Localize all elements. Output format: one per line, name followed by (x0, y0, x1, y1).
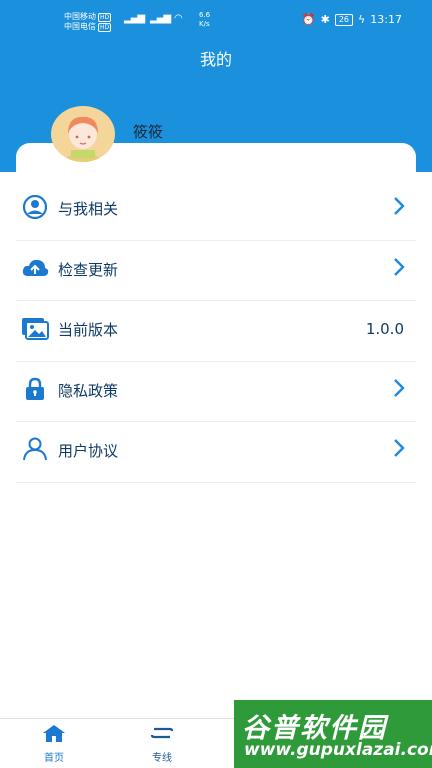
version-value: 1.0.0 (365, 320, 404, 338)
tab-label: 首页 (44, 753, 64, 764)
tab-route[interactable]: 专线 (132, 723, 192, 764)
charging-icon: ϟ (358, 13, 366, 26)
battery-icon: 26 (334, 13, 354, 26)
chevron-right-icon (394, 439, 405, 457)
tab-label: 专线 (152, 753, 172, 764)
menu-item-label: 用户协议 (58, 442, 119, 460)
chevron-right-icon (394, 378, 405, 397)
user-circle-icon (22, 195, 48, 219)
username: 筱筱 (133, 123, 164, 141)
carrier-2: 中国电信 (64, 22, 96, 31)
menu-item-version: 当前版本 1.0.0 (16, 301, 416, 362)
watermark: 谷普软件园 www.gupuxlazai.com (234, 700, 432, 768)
route-icon (150, 727, 174, 739)
watermark-url: www.gupuxlazai.com (244, 740, 432, 760)
menu-item-user-agreement[interactable]: 用户协议 (16, 422, 416, 483)
home-icon (43, 725, 65, 742)
menu-item-label: 隐私政策 (58, 381, 119, 400)
carrier-info: 中国移动 HD 中国电信 HD (64, 12, 112, 32)
signal-icon: ▂▄▆ (124, 13, 145, 24)
menu-item-check-update[interactable]: 检查更新 (16, 241, 416, 301)
chevron-right-icon (394, 197, 405, 215)
chevron-right-icon (394, 257, 405, 276)
bluetooth-icon: ✱ (320, 13, 330, 26)
lock-icon (26, 377, 44, 400)
user-icon (23, 437, 47, 461)
hd-badge: HD (98, 13, 112, 22)
status-right: ⏰ ✱ 26 ϟ 13:17 (302, 13, 402, 26)
menu-item-related[interactable]: 与我相关 (16, 180, 416, 241)
cloud-upload-icon (22, 259, 49, 276)
menu-item-privacy[interactable]: 隐私政策 (16, 362, 416, 422)
carrier-1: 中国移动 (64, 12, 96, 21)
settings-menu: 与我相关 检查更新 当前版本 1.0.0 隐私政策 用户协议 (16, 180, 416, 483)
alarm-icon: ⏰ (301, 13, 316, 26)
status-bar: 中国移动 HD 中国电信 HD ▂▄▆ ▂▄▆ ◠ 6.6 K/s ⏰ ✱ 26 ϟ… (0, 0, 432, 40)
menu-item-label: 当前版本 (58, 321, 119, 339)
wifi-icon: ◠ (174, 13, 183, 24)
menu-item-label: 与我相关 (58, 200, 119, 218)
tab-home[interactable]: 首页 (24, 723, 84, 764)
avatar[interactable] (51, 106, 115, 162)
images-icon (22, 318, 49, 340)
menu-item-label: 检查更新 (58, 260, 119, 279)
network-speed: 6.6 K/s (199, 11, 211, 28)
hd-badge: HD (98, 23, 112, 32)
clock: 13:17 (370, 13, 402, 26)
page-title: 我的 (199, 50, 232, 69)
signal-icon: ▂▄▆ (150, 13, 171, 24)
